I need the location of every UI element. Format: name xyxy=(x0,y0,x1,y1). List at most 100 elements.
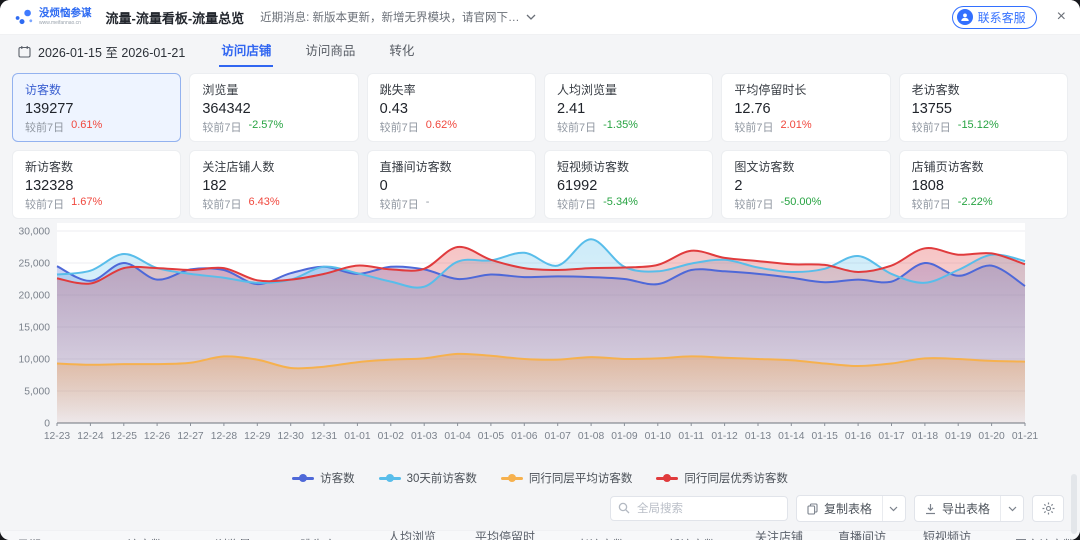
x-tick-label: 01-01 xyxy=(344,431,371,442)
legend-label: 访客数 xyxy=(320,473,355,485)
metric-change: - xyxy=(425,196,430,208)
global-search-input[interactable] xyxy=(609,496,788,521)
export-table-button-group: 导出表格 xyxy=(913,495,1024,522)
copy-table-button[interactable]: 复制表格 xyxy=(797,496,882,521)
x-tick-label: 01-08 xyxy=(578,431,605,442)
x-tick-label: 01-21 xyxy=(1012,431,1039,442)
notice-text: 近期消息: 新版本更新，新增无界模块，请官网下… xyxy=(260,12,520,24)
chart-canvas[interactable]: 0 5,000 10,000 15,000 20,000 25,000 30,000 12-2… xyxy=(12,223,1068,457)
compare-label: 较前7日 xyxy=(911,199,951,211)
legend-label: 同行同层优秀访客数 xyxy=(684,473,788,485)
metric-card-10[interactable]: 图文访客数 2 较前7日 -50.00% xyxy=(721,150,891,219)
brand-logo[interactable]: 没烦恼参谋 www.meifannao.cn xyxy=(14,7,92,27)
legend-label: 同行同层平均访客数 xyxy=(528,473,633,485)
x-tick-label: 01-11 xyxy=(678,431,704,442)
metric-card-5[interactable]: 老访客数 13755 较前7日 -15.12% xyxy=(898,73,1068,142)
legend-item-3[interactable]: 同行同层优秀访客数 xyxy=(656,470,788,486)
metric-label: 人均浏览量 xyxy=(556,83,617,97)
metric-card-3[interactable]: 人均浏览量 2.41 较前7日 -1.35% xyxy=(543,73,714,142)
metric-card-6[interactable]: 新访客数 132328 较前7日 1.67% xyxy=(12,150,182,219)
x-tick-label: 12-29 xyxy=(244,431,271,442)
metric-label: 跳失率 xyxy=(379,83,416,97)
column-label: 跳失率 xyxy=(300,536,336,540)
metric-label: 老访客数 xyxy=(911,83,960,97)
table-header-row: 日期 访客数 浏览量 跳失率 人均浏览量 平均停留时长 老访客数 新访客数 关注… xyxy=(0,530,1080,540)
column-label: 浏览量 xyxy=(215,536,251,540)
page-title: 流量-流量看板-流量总览 xyxy=(105,10,245,26)
x-tick-label: 01-07 xyxy=(545,431,572,442)
export-table-label: 导出表格 xyxy=(941,502,990,516)
x-tick-label: 01-17 xyxy=(878,431,905,442)
metric-change: -50.00% xyxy=(780,196,822,208)
copy-table-dropdown[interactable] xyxy=(881,496,905,521)
x-tick-label: 01-05 xyxy=(478,431,505,442)
table-settings-button[interactable] xyxy=(1032,495,1064,522)
legend-marker-icon xyxy=(500,474,523,482)
download-icon xyxy=(925,503,935,514)
metric-change: -2.57% xyxy=(248,119,284,131)
tab-2[interactable]: 转化 xyxy=(387,40,416,67)
x-tick-label: 01-16 xyxy=(845,431,872,442)
metric-card-0[interactable]: 访客数 139277 较前7日 0.61% xyxy=(12,73,182,142)
metric-change: 0.61% xyxy=(71,119,103,131)
x-tick-label: 01-13 xyxy=(745,431,772,442)
metric-change: 2.01% xyxy=(780,119,812,131)
legend-item-1[interactable]: 30天前访客数 xyxy=(378,470,477,486)
metric-change: 1.67% xyxy=(71,196,103,208)
column-label: 访客数 xyxy=(127,536,163,540)
x-tick-label: 01-09 xyxy=(611,431,638,442)
metric-value: 182 xyxy=(202,178,227,194)
compare-label: 较前7日 xyxy=(202,199,242,211)
metric-card-1[interactable]: 浏览量 364342 较前7日 -2.57% xyxy=(189,73,359,142)
vertical-scrollbar[interactable] xyxy=(1071,474,1077,534)
chevron-down-icon xyxy=(890,506,898,511)
close-icon[interactable]: × xyxy=(1057,9,1066,25)
area-同行同层优秀访客数 xyxy=(57,246,1025,423)
compare-label: 较前7日 xyxy=(911,122,951,134)
export-table-dropdown[interactable] xyxy=(1000,496,1023,521)
legend-item-0[interactable]: 访客数 xyxy=(292,470,355,486)
metric-value: 13755 xyxy=(911,101,952,117)
x-tick-label: 01-18 xyxy=(912,431,939,442)
metric-label: 平均停留时长 xyxy=(734,83,807,97)
legend-item-2[interactable]: 同行同层平均访客数 xyxy=(500,470,633,486)
metric-change: 0.62% xyxy=(425,119,457,131)
x-tick-label: 01-15 xyxy=(812,431,839,442)
x-tick-label: 01-04 xyxy=(444,431,471,442)
metric-value: 132328 xyxy=(25,178,74,194)
metric-card-7[interactable]: 关注店铺人数 182 较前7日 6.43% xyxy=(189,150,359,219)
export-table-button[interactable]: 导出表格 xyxy=(915,496,1000,521)
metric-card-4[interactable]: 平均停留时长 12.76 较前7日 2.01% xyxy=(721,73,891,142)
metric-card-2[interactable]: 跳失率 0.43 较前7日 0.62% xyxy=(366,73,536,142)
metric-label: 新访客数 xyxy=(25,160,74,174)
calendar-icon xyxy=(18,46,31,58)
column-header-8: 关注店铺人数 xyxy=(743,530,826,540)
chart-legend: 访客数 30天前访客数 同行同层平均访客数 同行同层优秀访客数 xyxy=(12,470,1068,486)
notice-bar[interactable]: 近期消息: 新版本更新，新增无界模块，请官网下… xyxy=(260,9,536,25)
chevron-down-icon xyxy=(1008,506,1016,511)
compare-label: 较前7日 xyxy=(734,199,774,211)
metric-label: 短视频访客数 xyxy=(556,160,629,174)
legend-marker-icon xyxy=(656,474,679,482)
tab-0[interactable]: 访问店铺 xyxy=(219,40,274,67)
tab-1[interactable]: 访问商品 xyxy=(303,40,357,67)
x-tick-label: 12-30 xyxy=(278,431,305,442)
column-label: 直播间访客数 xyxy=(838,530,887,540)
legend-marker-icon xyxy=(292,474,315,482)
legend-label: 30天前访客数 xyxy=(406,473,477,485)
y-tick-label: 10,000 xyxy=(19,355,51,366)
metric-value: 61992 xyxy=(556,178,598,194)
date-range-picker[interactable]: 2026-01-15 至 2026-01-21 xyxy=(18,42,185,67)
x-tick-label: 12-24 xyxy=(77,431,104,442)
column-label: 人均浏览量 xyxy=(388,530,437,540)
metric-card-11[interactable]: 店铺页访客数 1808 较前7日 -2.22% xyxy=(898,150,1068,219)
contact-support-label: 联系客服 xyxy=(977,10,1026,25)
metric-value: 364342 xyxy=(202,101,251,117)
metric-value: 2 xyxy=(734,178,743,194)
metric-card-9[interactable]: 短视频访客数 61992 较前7日 -5.34% xyxy=(543,150,714,219)
contact-support-button[interactable]: 联系客服 xyxy=(951,5,1037,29)
logo-url: www.meifannao.cn xyxy=(39,19,81,26)
metric-card-8[interactable]: 直播间访客数 0 较前7日 - xyxy=(366,150,536,219)
y-tick-label: 30,000 xyxy=(19,227,51,238)
x-tick-label: 12-31 xyxy=(311,431,338,442)
